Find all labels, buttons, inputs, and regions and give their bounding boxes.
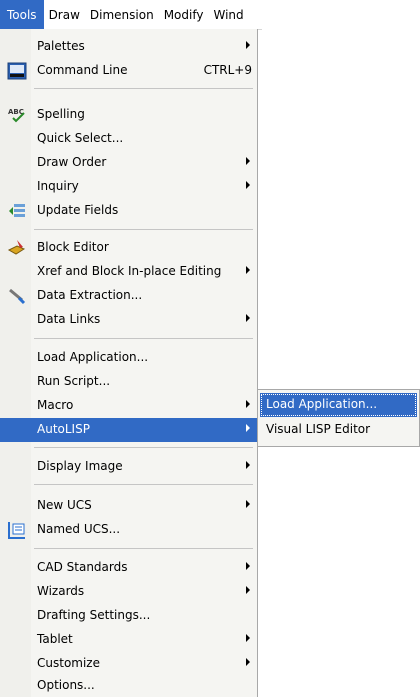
menu-separator [34, 548, 253, 549]
submenu-arrow-icon [246, 634, 250, 642]
menu-item-drafting-settings[interactable]: Drafting Settings... [0, 604, 258, 628]
menu-item-label: Draw Order [37, 155, 107, 169]
shortcut-text: CTRL+9 [203, 63, 252, 77]
menu-item-label: Block Editor [37, 240, 109, 254]
menu-item-label: Load Application... [37, 350, 149, 364]
submenu-arrow-icon [246, 41, 250, 49]
submenu-arrow-icon [246, 424, 250, 432]
submenu-arrow-icon [246, 314, 250, 322]
menu-item-label: Xref and Block In-place Editing [37, 264, 222, 278]
menu-item-macro[interactable]: Macro [0, 394, 258, 418]
menu-item-tablet[interactable]: Tablet [0, 628, 258, 652]
menu-item-label: Macro [37, 398, 74, 412]
menu-item-label: Customize [37, 656, 100, 670]
block-editor-icon [7, 240, 26, 255]
menu-item-named-ucs[interactable]: Named UCS... [0, 518, 258, 542]
menu-item-label: Display Image [37, 459, 123, 473]
submenu-item-label: Load Application... [266, 397, 378, 411]
command-line-icon [7, 62, 27, 80]
tools-menu: Palettes Command Line CTRL+9 ABC Spellin… [0, 29, 258, 697]
menu-item-label: Drafting Settings... [37, 608, 151, 622]
submenu-arrow-icon [246, 562, 250, 570]
menu-item-cad-standards[interactable]: CAD Standards [0, 556, 258, 580]
submenu-item-visual-lisp-editor[interactable]: Visual LISP Editor [260, 418, 417, 442]
menu-item-update-fields[interactable]: Update Fields [0, 199, 258, 223]
menu-item-command-line[interactable]: Command Line CTRL+9 [0, 59, 258, 83]
menu-item-data-links[interactable]: Data Links [0, 308, 258, 332]
menu-item-quick-select[interactable]: Quick Select... [0, 127, 258, 151]
menu-item-label: Command Line [37, 63, 128, 77]
menubar-draw[interactable]: Draw [44, 0, 85, 29]
spelling-icon: ABC [8, 108, 25, 123]
menu-separator [34, 229, 253, 230]
menu-item-options[interactable]: Options... [0, 674, 258, 698]
menu-item-label: Tablet [37, 632, 73, 646]
menubar-tools[interactable]: Tools [0, 0, 44, 29]
menu-item-label: Spelling [37, 107, 85, 121]
menu-item-draw-order[interactable]: Draw Order [0, 151, 258, 175]
menu-item-autolisp[interactable]: AutoLISP [0, 418, 258, 442]
menu-separator [34, 447, 253, 448]
menu-item-label: Palettes [37, 39, 85, 53]
menu-item-label: Inquiry [37, 179, 79, 193]
menubar-window[interactable]: Wind [208, 0, 248, 29]
menu-item-label: Data Extraction... [37, 288, 143, 302]
menu-item-display-image[interactable]: Display Image [0, 455, 258, 479]
menu-item-label: Run Script... [37, 374, 111, 388]
menubar-modify[interactable]: Modify [159, 0, 209, 29]
menu-item-label: Quick Select... [37, 131, 124, 145]
menu-item-xref-block-editing[interactable]: Xref and Block In-place Editing [0, 260, 258, 284]
menu-item-run-script[interactable]: Run Script... [0, 370, 258, 394]
submenu-arrow-icon [246, 181, 250, 189]
menu-item-label: Wizards [37, 584, 85, 598]
submenu-arrow-icon [246, 157, 250, 165]
menu-item-label: Options... [37, 678, 95, 692]
menu-separator [34, 338, 253, 339]
menu-item-palettes[interactable]: Palettes [0, 35, 258, 59]
menubar-dimension[interactable]: Dimension [85, 0, 159, 29]
submenu-arrow-icon [246, 500, 250, 508]
menu-item-label: Named UCS... [37, 522, 121, 536]
named-ucs-icon [8, 522, 25, 539]
menu-item-label: Data Links [37, 312, 101, 326]
menu-item-label: Update Fields [37, 203, 119, 217]
menu-item-data-extraction[interactable]: Data Extraction... [0, 284, 258, 308]
data-extraction-icon [9, 288, 26, 305]
menu-item-new-ucs[interactable]: New UCS [0, 494, 258, 518]
menu-item-label: CAD Standards [37, 560, 128, 574]
menu-bar: Tools Draw Dimension Modify Wind [0, 0, 262, 30]
menu-item-block-editor[interactable]: Block Editor [0, 236, 258, 260]
submenu-item-label: Visual LISP Editor [266, 422, 371, 436]
menu-separator [34, 484, 253, 485]
submenu-arrow-icon [246, 658, 250, 666]
menu-item-spelling[interactable]: ABC Spelling [0, 103, 258, 127]
update-fields-icon [9, 204, 25, 217]
menu-item-load-application[interactable]: Load Application... [0, 346, 258, 370]
menu-item-wizards[interactable]: Wizards [0, 580, 258, 604]
submenu-arrow-icon [246, 266, 250, 274]
submenu-item-load-application[interactable]: Load Application... [260, 393, 417, 417]
submenu-arrow-icon [246, 400, 250, 408]
menu-item-label: New UCS [37, 498, 92, 512]
menu-item-inquiry[interactable]: Inquiry [0, 175, 258, 199]
menu-item-label: AutoLISP [37, 422, 90, 436]
menu-item-customize[interactable]: Customize [0, 652, 258, 676]
submenu-arrow-icon [246, 461, 250, 469]
autolisp-submenu: Load Application... Visual LISP Editor [257, 389, 420, 447]
submenu-arrow-icon [246, 586, 250, 594]
menu-separator [34, 88, 253, 89]
